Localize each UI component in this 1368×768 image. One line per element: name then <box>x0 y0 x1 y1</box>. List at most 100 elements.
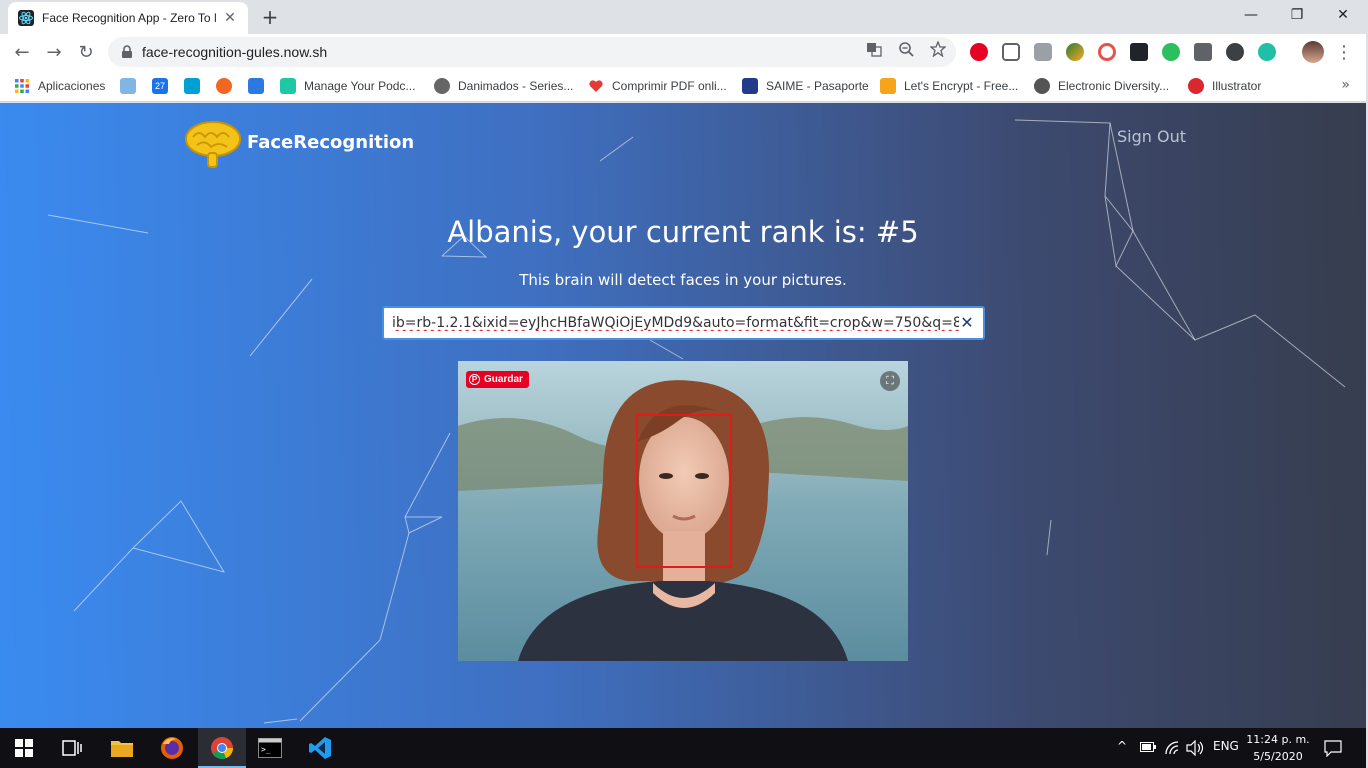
bookmark-label: Let's Encrypt - Free... <box>904 79 1019 93</box>
address-url: face-recognition-gules.now.sh <box>142 44 328 60</box>
vscode-icon[interactable] <box>296 728 344 768</box>
bookmark-danimados[interactable]: Danimados - Series... <box>434 77 573 95</box>
danimados-icon <box>434 78 450 94</box>
windows-taskbar: >_ ^ ENG 11:24 p. m. 5/5/2020 <box>0 728 1366 768</box>
svg-text:>_: >_ <box>261 745 271 754</box>
language-indicator[interactable]: ENG <box>1213 739 1239 753</box>
bookmark-label: Comprimir PDF onli... <box>612 79 727 93</box>
tray-chevron-icon[interactable]: ^ <box>1117 739 1127 753</box>
tab-close-icon[interactable]: ✕ <box>222 10 238 26</box>
bookmark-illustrator[interactable]: Illustrator <box>1188 77 1261 95</box>
volume-icon[interactable] <box>1186 740 1204 756</box>
bookmarks-overflow-button[interactable]: » <box>1341 77 1350 93</box>
restore-button[interactable]: ❐ <box>1274 0 1320 30</box>
bookmark-label: SAIME - Pasaporte <box>766 79 869 93</box>
lastpass-icon[interactable] <box>1098 43 1116 61</box>
pinterest-save-label: Guardar <box>484 374 523 385</box>
clock-date: 5/5/2020 <box>1253 750 1303 763</box>
bookmark-shapes[interactable] <box>120 77 136 95</box>
m-icon[interactable] <box>1258 43 1276 61</box>
bookmark-aplicaciones[interactable]: Aplicaciones <box>14 77 105 95</box>
firefox-icon[interactable] <box>148 728 196 768</box>
evernote-icon[interactable] <box>1162 43 1180 61</box>
shapes-icon <box>120 78 136 94</box>
wifi-icon[interactable] <box>1164 740 1180 756</box>
pinterest-icon[interactable] <box>970 43 988 61</box>
face-bounding-box <box>636 414 732 568</box>
bookmark-letsencrypt[interactable]: Let's Encrypt - Free... <box>880 77 1018 95</box>
bookmark-label: Danimados - Series... <box>458 79 574 93</box>
globe-icon <box>1034 78 1050 94</box>
bookmark-label: Aplicaciones <box>38 79 106 93</box>
translate-icon[interactable] <box>866 41 882 57</box>
terminal-icon[interactable]: >_ <box>246 728 294 768</box>
react-icon <box>18 10 34 26</box>
page-subtitle: This brain will detect faces in your pic… <box>519 271 847 289</box>
bookmark-w[interactable] <box>248 77 264 95</box>
globe-icon[interactable] <box>1066 43 1084 61</box>
bookmarks-bar: Aplicaciones 27 Manage Your Podc... Dani… <box>0 70 1366 102</box>
bookmark-label: Illustrator <box>1212 79 1262 93</box>
react-devtools-icon[interactable] <box>1130 43 1148 61</box>
detected-image: P Guardar ⛶ <box>458 361 908 661</box>
w-icon <box>248 78 264 94</box>
pinterest-save-button[interactable]: P Guardar <box>466 371 529 388</box>
browser-toolbar: ← → ↻ face-recognition-gules.now.sh ⋮ <box>0 34 1366 70</box>
star-icon[interactable] <box>930 41 946 57</box>
bookmark-label: Manage Your Podc... <box>304 79 416 93</box>
close-window-button[interactable]: ✕ <box>1320 0 1366 30</box>
camera-icon[interactable] <box>1034 43 1052 61</box>
mega-icon <box>1188 78 1204 94</box>
windows-start-icon[interactable] <box>0 728 48 768</box>
bookmark-podcast[interactable]: Manage Your Podc... <box>280 77 415 95</box>
podcast-icon <box>280 78 296 94</box>
calendar-icon: 27 <box>152 78 168 94</box>
browser-tab[interactable]: Face Recognition App - Zero To Mastery ✕ <box>8 2 248 34</box>
letsencrypt-icon <box>880 78 896 94</box>
apps-icon <box>15 79 29 93</box>
browser-menu-button[interactable]: ⋮ <box>1330 38 1358 66</box>
profile-avatar[interactable] <box>1302 41 1324 63</box>
bookmark-saime[interactable]: SAIME - Pasaporte <box>742 77 869 95</box>
back-button[interactable]: ← <box>8 38 36 66</box>
bookmark-b[interactable] <box>216 77 232 95</box>
bookmark-electronic-diversity[interactable]: Electronic Diversity... <box>1034 77 1169 95</box>
pinterest-logo-icon: P <box>469 374 480 385</box>
new-tab-button[interactable]: + <box>258 6 282 30</box>
notifications-icon[interactable] <box>1324 739 1342 757</box>
file-explorer-icon[interactable] <box>98 728 146 768</box>
image-url-input[interactable] <box>392 315 959 331</box>
minimize-button[interactable]: — <box>1228 0 1274 30</box>
tab-title: Face Recognition App - Zero To Mastery <box>42 11 216 25</box>
pocket-icon[interactable] <box>1002 43 1020 61</box>
bookmark-calendar[interactable]: 27 <box>152 77 168 95</box>
clear-input-icon[interactable]: ✕ <box>959 315 975 331</box>
system-clock[interactable]: 11:24 p. m. 5/5/2020 <box>1246 731 1310 765</box>
sign-out-link[interactable]: Sign Out <box>1117 127 1186 146</box>
reload-button[interactable]: ↻ <box>72 38 100 66</box>
app-page: FaceRecognition Sign Out Albanis, your c… <box>0 103 1366 728</box>
expand-icon[interactable]: ⛶ <box>880 371 900 391</box>
b-icon <box>216 78 232 94</box>
heart-icon <box>589 80 603 92</box>
saime-icon <box>742 78 758 94</box>
brand-name[interactable]: FaceRecognition <box>247 132 414 153</box>
forward-button[interactable]: → <box>40 38 68 66</box>
brain-logo-icon <box>185 121 241 168</box>
address-bar[interactable]: face-recognition-gules.now.sh <box>108 37 956 67</box>
eyedropper-icon[interactable] <box>1194 43 1212 61</box>
tab-strip: Face Recognition App - Zero To Mastery ✕… <box>0 0 1366 34</box>
bookmark-comprimir-pdf[interactable]: Comprimir PDF onli... <box>588 77 727 95</box>
bookmark-label: Electronic Diversity... <box>1058 79 1170 93</box>
battery-icon[interactable] <box>1140 741 1156 753</box>
image-url-field[interactable]: ✕ <box>382 306 985 340</box>
clock-time: 11:24 p. m. <box>1246 733 1310 746</box>
zoom-icon[interactable] <box>898 41 914 57</box>
bookmark-c[interactable] <box>184 77 200 95</box>
task-view-icon[interactable] <box>48 728 96 768</box>
film-icon[interactable] <box>1226 43 1244 61</box>
chrome-icon[interactable] <box>198 728 246 768</box>
c-icon <box>184 78 200 94</box>
rank-heading: Albanis, your current rank is: #5 <box>447 215 919 249</box>
lock-icon <box>122 45 132 58</box>
